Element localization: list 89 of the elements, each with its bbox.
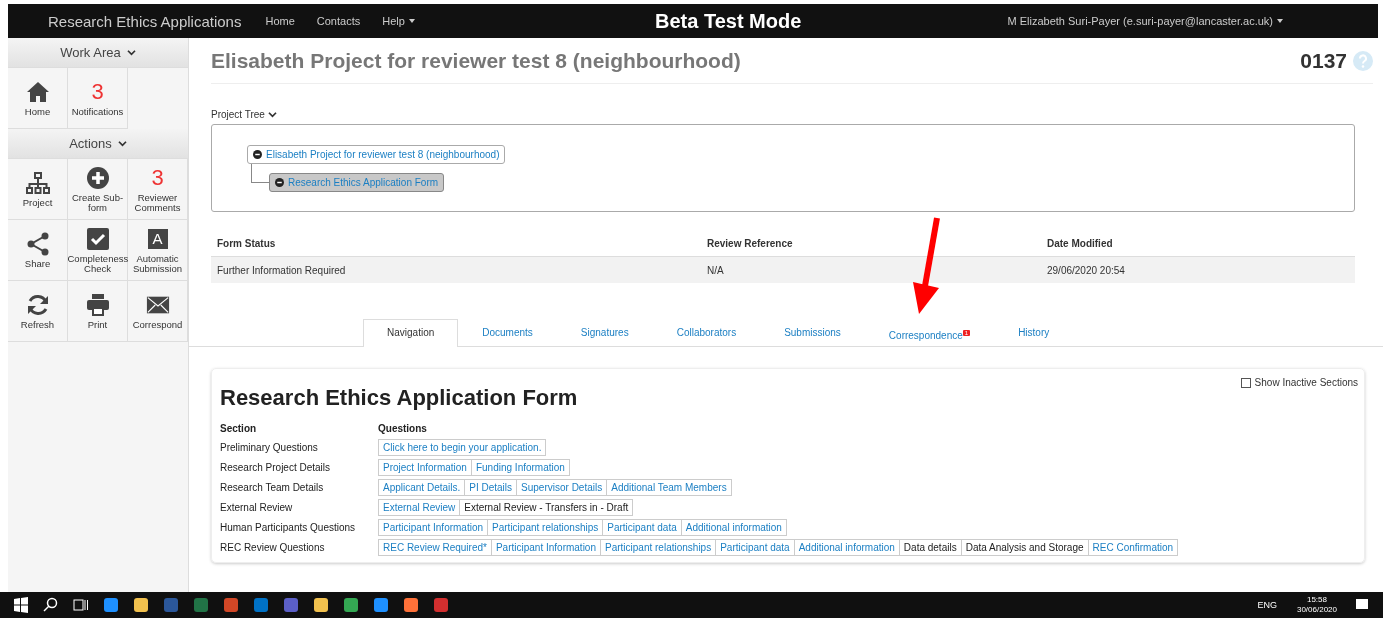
table-cell: 29/06/2020 20:54	[1047, 264, 1125, 276]
question-link[interactable]: Additional information	[680, 519, 787, 536]
sidebar-tile[interactable]: Project	[8, 159, 68, 220]
table-cell-text: N/A	[707, 264, 725, 276]
search-icon[interactable]	[43, 597, 59, 613]
mode-title: Beta Test Mode	[655, 9, 802, 33]
tab[interactable]: Navigation	[363, 319, 459, 347]
question-link[interactable]: Participant Information	[490, 539, 601, 556]
question-link[interactable]: Supervisor Details	[516, 479, 608, 496]
start-icon[interactable]	[13, 597, 29, 613]
app-title[interactable]: Research Ethics Applications	[48, 12, 242, 30]
sidebar-tile[interactable]: Share	[8, 220, 68, 281]
nav-link[interactable]: Home	[265, 15, 295, 27]
task-view-icon[interactable]	[73, 597, 89, 613]
taskbar-app-icon[interactable]	[133, 597, 149, 613]
chevron-icon	[126, 49, 136, 56]
question-page-item[interactable]: External Review - Transfers in - Draft	[459, 499, 634, 516]
language-indicator[interactable]: ENG	[1257, 600, 1277, 610]
column-header: Date Modified	[1047, 237, 1113, 249]
question-link[interactable]: Additional Team Members	[606, 479, 732, 496]
project-tree-toggle[interactable]: Project Tree	[211, 109, 277, 120]
tab[interactable]: Correspondence $^{1}$	[864, 319, 995, 346]
question-link[interactable]: Funding Information	[470, 459, 570, 476]
sidebar-tile[interactable]: Correspond	[128, 281, 188, 342]
taskbar-app-icon[interactable]	[373, 597, 389, 613]
column-header: Section	[220, 423, 258, 436]
home-icon	[25, 79, 50, 104]
sidebar-tile[interactable]: Create Sub-form	[68, 159, 128, 220]
sidebar-section-header[interactable]: Actions	[8, 129, 188, 159]
question-page-item[interactable]: Data Analysis and Storage	[960, 539, 1089, 556]
sitemap-icon	[25, 170, 50, 195]
column-header: Review Reference	[707, 237, 794, 249]
table-cell-text: Further Information Required	[217, 264, 347, 276]
count-text: 3	[91, 79, 104, 104]
sidebar-tile[interactable]: Completeness Check	[68, 220, 128, 281]
form-title: Research Ethics Application Form	[220, 385, 579, 411]
letter-icon: A	[147, 229, 168, 249]
count-text: 3	[151, 166, 164, 190]
question-link[interactable]: Participant data	[602, 519, 682, 536]
sidebar-tile[interactable]: 3 Reviewer Comments	[128, 159, 188, 220]
refresh-icon	[25, 292, 50, 317]
question-link[interactable]: Additional information	[793, 539, 900, 556]
question-link[interactable]: REC Review Required*	[378, 539, 492, 556]
tab[interactable]: History	[994, 319, 1074, 346]
taskbar-app-icon[interactable]	[103, 597, 119, 613]
nav-link[interactable]: Contacts	[316, 15, 361, 27]
tab[interactable]: Submissions	[760, 319, 865, 346]
printer-icon	[85, 292, 110, 317]
section-label: Human Participants Questions	[220, 522, 357, 533]
question-link[interactable]: External Review	[378, 499, 461, 516]
section-label: Research Project Details	[220, 462, 332, 473]
question-link[interactable]: PI Details	[464, 479, 518, 496]
collapse-icon	[275, 178, 284, 187]
question-link[interactable]: Participant relationships	[487, 519, 604, 536]
sidebar-tile[interactable]: Refresh	[8, 281, 68, 342]
add-icon	[85, 166, 110, 190]
project-number: 0137	[1300, 48, 1347, 73]
column-header: Questions	[378, 423, 428, 436]
tab[interactable]: Collaborators	[652, 319, 761, 346]
question-link[interactable]: Project Information	[378, 459, 472, 476]
question-link[interactable]: REC Confirmation	[1087, 539, 1179, 556]
chevron-icon	[117, 140, 127, 147]
question-link[interactable]: Participant data	[715, 539, 795, 556]
checkbox-icon	[85, 227, 110, 251]
chevron-icon	[267, 111, 277, 118]
collapse-icon	[253, 150, 262, 159]
question-link[interactable]: Click here to begin your application.	[378, 439, 547, 456]
question-link[interactable]: Participant Information	[378, 519, 489, 536]
user-menu[interactable]: M Elizabeth Suri-Payer (e.suri-payer@lancaster.ac.uk)	[1007, 15, 1283, 27]
column-header: Form Status	[217, 237, 277, 249]
tree-node[interactable]: Elisabeth Project for reviewer test 8 (neighbourhood)	[247, 145, 506, 164]
section-label: External Review	[220, 502, 294, 513]
sidebar-tile[interactable]: Print	[68, 281, 128, 342]
section-label: Research Team Details	[220, 482, 325, 493]
project-title: Elisabeth Project for reviewer test 8 (neighbourhood)	[211, 48, 742, 73]
tab[interactable]: Documents	[458, 319, 557, 346]
clock[interactable]: 15:58 30/06/2020	[1296, 595, 1337, 615]
share-icon	[25, 231, 50, 256]
nav-link[interactable]: Help	[382, 15, 415, 27]
question-link[interactable]: Applicant Details.	[378, 479, 466, 496]
section-label: REC Review Questions	[220, 542, 326, 553]
sidebar-tile[interactable]: A Automatic Submission	[128, 220, 188, 281]
question-page-item[interactable]: Data details	[898, 539, 962, 556]
tab[interactable]: Signatures	[556, 319, 653, 346]
section-label: Preliminary Questions	[220, 442, 319, 453]
taskbar-app-icon[interactable]	[313, 597, 329, 613]
taskbar-app-icon[interactable]	[403, 597, 419, 613]
taskbar-app-icon[interactable]	[343, 597, 359, 613]
question-link[interactable]: Participant relationships	[600, 539, 717, 556]
